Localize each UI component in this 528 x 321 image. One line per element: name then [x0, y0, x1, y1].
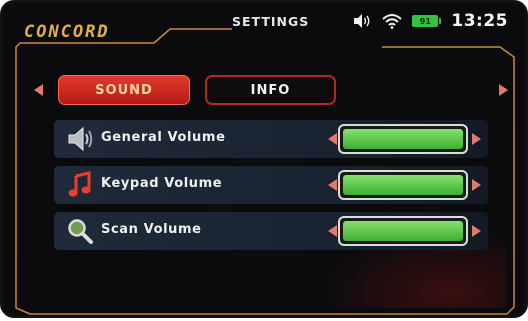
tab-sound[interactable]: SOUND	[58, 75, 190, 105]
volume-increase-icon[interactable]	[472, 133, 481, 145]
volume-slider[interactable]	[338, 216, 468, 246]
volume-decrease-icon[interactable]	[328, 133, 337, 145]
tab-prev-arrow-icon[interactable]	[34, 84, 43, 96]
setting-row-keypad-volume[interactable]: Keypad Volume	[54, 166, 488, 204]
volume-decrease-icon[interactable]	[328, 225, 337, 237]
settings-list: General Volume Keypad Volume Scan Volume	[54, 120, 488, 258]
wifi-icon	[382, 13, 403, 29]
setting-label: Scan Volume	[101, 222, 202, 237]
battery-level: 91	[412, 15, 439, 27]
music-note-icon	[66, 171, 94, 199]
speaker-volume-icon	[352, 13, 372, 29]
volume-slider[interactable]	[338, 170, 468, 200]
brand-logo: CONCORD	[24, 22, 110, 42]
setting-label: Keypad Volume	[101, 176, 223, 191]
status-bar: 91 13:25	[352, 10, 508, 32]
clock-time: 13:25	[451, 11, 508, 31]
tab-next-arrow-icon[interactable]	[499, 84, 508, 96]
volume-increase-icon[interactable]	[472, 225, 481, 237]
speaker-icon	[66, 125, 94, 153]
volume-slider-fill	[343, 175, 463, 195]
setting-label: General Volume	[101, 130, 226, 145]
volume-decrease-icon[interactable]	[328, 179, 337, 191]
magnifier-icon	[66, 217, 94, 245]
volume-slider-fill	[343, 129, 463, 149]
setting-row-scan-volume[interactable]: Scan Volume	[54, 212, 488, 250]
setting-row-general-volume[interactable]: General Volume	[54, 120, 488, 158]
volume-slider-fill	[343, 221, 463, 241]
battery-icon: 91	[412, 15, 442, 27]
page-title: SETTINGS	[232, 14, 310, 29]
volume-slider[interactable]	[338, 124, 468, 154]
tab-info[interactable]: INFO	[205, 75, 336, 105]
device-screen: CONCORD SETTINGS 91 13:25 SOUND INFO Gen…	[0, 0, 528, 318]
volume-increase-icon[interactable]	[472, 179, 481, 191]
